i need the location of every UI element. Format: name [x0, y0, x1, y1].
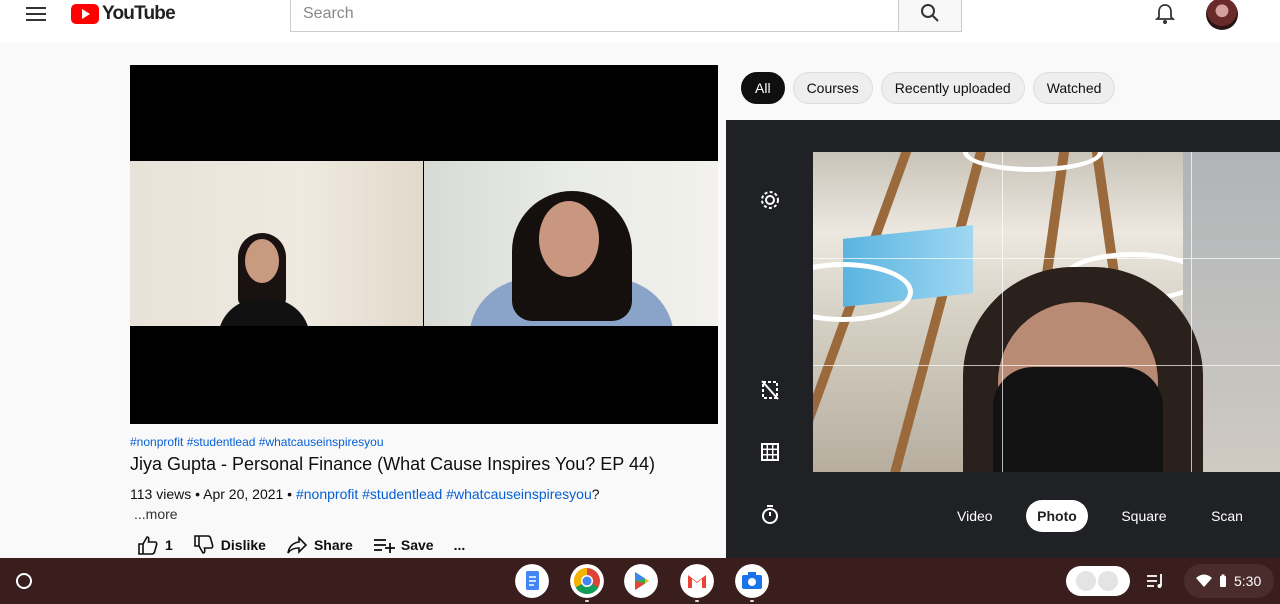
youtube-header: YouTube Search [0, 0, 1280, 42]
show-more-link[interactable]: ...more [134, 506, 178, 522]
more-actions-icon: ... [453, 537, 466, 553]
mirror-flip-icon[interactable] [758, 378, 782, 402]
video-actions: 1 Dislike Share Save ... [137, 535, 485, 555]
launcher-button[interactable] [8, 565, 40, 597]
camera-mode-selector: Video Photo Square Scan [946, 500, 1280, 532]
chip-watched[interactable]: Watched [1032, 72, 1116, 104]
meta-suffix: ? [591, 486, 600, 502]
dislike-button[interactable]: Dislike [193, 535, 266, 555]
logo-text: YouTube [102, 3, 176, 24]
media-queue-icon[interactable] [1146, 572, 1166, 590]
battery-icon [1220, 574, 1226, 587]
save-label: Save [400, 537, 434, 553]
google-docs-app-icon[interactable] [515, 564, 549, 598]
account-avatar[interactable] [1206, 0, 1238, 30]
wifi-icon [1196, 574, 1212, 587]
menu-icon[interactable] [24, 4, 48, 24]
thumbs-up-icon [138, 536, 158, 555]
youtube-logo[interactable]: YouTube [71, 3, 176, 25]
video-pane-right [424, 161, 718, 326]
video-tags[interactable]: #nonprofit #studentlead #whatcauseinspir… [130, 435, 384, 449]
status-tray[interactable]: 5:30 [1184, 564, 1274, 598]
chrome-app-icon[interactable] [570, 564, 604, 598]
share-icon [287, 536, 308, 554]
youtube-play-icon [71, 4, 99, 24]
like-button[interactable]: 1 [137, 535, 173, 555]
mode-square[interactable]: Square [1110, 500, 1177, 532]
mode-photo[interactable]: Photo [1026, 500, 1088, 532]
video-player[interactable] [130, 65, 718, 424]
video-meta: 113 views • Apr 20, 2021 • #nonprofit #s… [130, 486, 600, 502]
meta-hashtags[interactable]: #nonprofit #studentlead #whatcauseinspir… [296, 486, 592, 502]
more-actions-button[interactable]: ... [454, 537, 466, 553]
share-label: Share [313, 537, 353, 553]
dislike-label: Dislike [220, 537, 266, 553]
camera-app-window: Video Photo Square Scan [726, 120, 1280, 558]
thumbs-down-icon [193, 535, 214, 554]
chip-recently-uploaded[interactable]: Recently uploaded [880, 72, 1025, 104]
chip-courses[interactable]: Courses [792, 72, 873, 104]
timer-icon[interactable] [758, 503, 782, 527]
filter-chips: All Courses Recently uploaded Watched [741, 72, 1123, 104]
save-button[interactable]: Save [373, 536, 434, 554]
clock-time: 5:30 [1234, 573, 1262, 589]
holding-space-tray[interactable] [1066, 566, 1130, 596]
video-title: Jiya Gupta - Personal Finance (What Caus… [130, 454, 655, 474]
view-date: 113 views • Apr 20, 2021 • [130, 486, 296, 502]
camera-viewfinder[interactable] [813, 152, 1280, 472]
mode-video[interactable]: Video [946, 500, 1004, 532]
gmail-app-icon[interactable] [680, 564, 714, 598]
grid-icon[interactable] [758, 440, 782, 464]
play-store-app-icon[interactable] [624, 564, 658, 598]
subject-face-mask [993, 367, 1163, 472]
like-count: 1 [165, 537, 173, 553]
share-button[interactable]: Share [286, 536, 353, 554]
search-button[interactable] [898, 0, 962, 32]
search-input[interactable]: Search [290, 0, 900, 32]
settings-gear-icon[interactable] [758, 188, 782, 212]
notifications-bell-icon[interactable] [1155, 3, 1175, 25]
chip-all[interactable]: All [741, 72, 785, 104]
mode-scan[interactable]: Scan [1200, 500, 1254, 532]
camera-app-icon[interactable] [735, 564, 769, 598]
video-pane-left [130, 161, 423, 326]
search-icon [921, 4, 939, 22]
playlist-add-icon [373, 539, 395, 553]
